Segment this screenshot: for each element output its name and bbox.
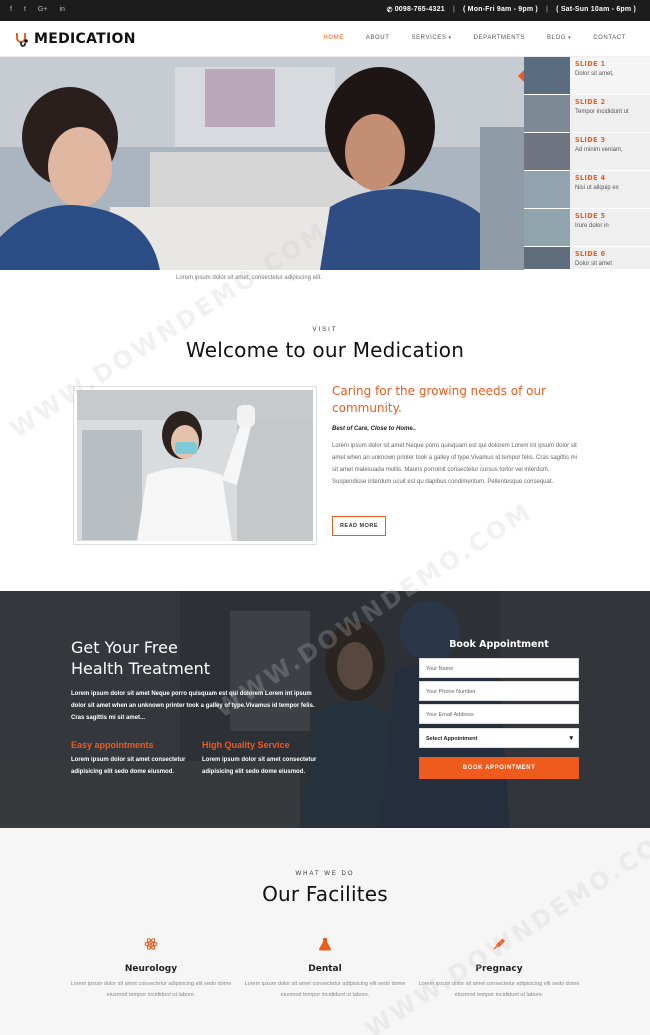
slide-label: SLIDE 1 (575, 60, 606, 68)
slide-thumb-6[interactable]: SLIDE 6 Dolor sit amet (524, 247, 650, 270)
slide-thumb-image (524, 171, 570, 208)
linkedin-icon[interactable]: in (59, 6, 64, 14)
slide-thumb-image (524, 209, 570, 246)
facility-name: Neurology (124, 964, 178, 974)
slide-thumb-image (524, 247, 570, 269)
facility-pregnacy: Pregnacy Lorem ipsum dolor sit amet cons… (414, 937, 584, 1001)
phone-field[interactable]: Your Phone Number (419, 681, 579, 701)
welcome-kicker: VISIT (312, 327, 338, 333)
slide-thumb-image (518, 57, 570, 94)
appointment-select[interactable]: Select Appointment (419, 728, 579, 748)
divider: | (545, 6, 549, 13)
facilities-title: Our Facilites (262, 882, 388, 906)
slide-thumb-4[interactable]: SLIDE 4 Nisi ut aliquip ex (524, 171, 650, 209)
slide-thumb-3[interactable]: SLIDE 3 Ad minim veniam, (524, 133, 650, 171)
facility-desc: Lorem ipsum dolor sit amet consectetur a… (244, 981, 406, 998)
welcome-title: Welcome to our Medication (185, 338, 465, 362)
social-links: f t G+ in (10, 6, 65, 14)
site-logo[interactable]: MEDICATION (14, 31, 136, 47)
nav-departments[interactable]: DEPARTMENTS (474, 35, 525, 41)
syringe-icon (493, 938, 506, 950)
facility-desc: Lorem ipsum dolor sit amet consectetur a… (70, 981, 232, 998)
hours-weekend: ( Sat-Sun 10am - 6pm ) (556, 6, 636, 13)
feature-desc: Lorem ipsum dolor sit amet consectetur a… (71, 757, 186, 775)
facebook-icon[interactable]: f (10, 6, 12, 14)
slide-desc: Irure dolor in (575, 223, 609, 229)
flask-icon (319, 938, 331, 951)
book-appointment-title: Book Appointment (449, 639, 549, 650)
hero-photo-nurses (0, 57, 524, 270)
slide-desc: Tempor incididunt ut (575, 109, 629, 115)
slide-label: SLIDE 2 (575, 98, 606, 106)
facility-name: Pregnacy (475, 964, 523, 974)
feature-title: Easy appointments (71, 740, 154, 750)
facilities-section (0, 828, 650, 1035)
nav-about[interactable]: ABOUT (366, 35, 390, 41)
facility-name: Dental (308, 964, 342, 974)
slide-thumb-image (524, 133, 570, 170)
slide-thumb-2[interactable]: SLIDE 2 Tempor incididunt ut (524, 95, 650, 133)
nav-blog-label: BLOG (547, 35, 567, 41)
email-field[interactable]: Your Email Address (419, 704, 579, 724)
nav-contact[interactable]: CONTACT (593, 35, 626, 41)
treatment-title-line2: Health Treatment (71, 659, 211, 678)
read-more-button[interactable]: READ MORE (332, 516, 386, 536)
slide-desc: Dolor sit amet, (575, 71, 614, 77)
divider: | (452, 6, 455, 13)
treatment-body: Lorem ipsum dolor sit amet Neque porro q… (71, 691, 315, 721)
facility-desc: Lorem ipsum dolor sit amet consectetur a… (418, 981, 580, 998)
site-header: MEDICATION HOME ABOUT SERVICES ▾ DEPARTME… (0, 21, 650, 57)
feature-easy-appointments: Easy appointments Lorem ipsum dolor sit … (71, 740, 201, 778)
chevron-down-icon: ▾ (568, 35, 572, 41)
facility-dental: Dental Lorem ipsum dolor sit amet consec… (240, 937, 410, 1001)
nav-services[interactable]: SERVICES ▾ (411, 35, 451, 41)
slide-label: SLIDE 4 (575, 174, 606, 182)
slide-desc: Ad minim veniam, (575, 147, 623, 153)
stethoscope-logo-icon (16, 33, 28, 47)
logo-text: MEDICATION (34, 31, 136, 47)
feature-desc: Lorem ipsum dolor sit amet consectetur a… (202, 757, 317, 775)
slide-label: SLIDE 5 (575, 212, 606, 220)
slide-desc: Nisi ut aliquip ex (575, 185, 619, 191)
hero-caption: Lorem ipsum dolor sit amet, consectetur … (176, 275, 323, 281)
chevron-down-icon: ▾ (448, 35, 452, 41)
facility-neurology: Neurology Lorem ipsum dolor sit amet con… (66, 937, 236, 1001)
twitter-icon[interactable]: t (24, 6, 26, 14)
nav-blog[interactable]: BLOG ▾ (547, 35, 571, 41)
welcome-subheading: Best of Care, Close to Home.. (332, 426, 417, 432)
slide-label: SLIDE 6 (575, 250, 606, 258)
hero-slider: SLIDE 1 Dolor sit amet, SLIDE 2 Tempor inc… (0, 57, 650, 270)
main-nav: HOME ABOUT SERVICES ▾ DEPARTMENTS BLOG ▾ C… (323, 35, 626, 41)
welcome-body: Lorem ipsum dolor sit amet Neque porro q… (332, 443, 578, 485)
name-field[interactable]: Your Name (419, 658, 579, 678)
treatment-section: Get Your Free Health Treatment Lorem ips… (0, 591, 650, 828)
slide-desc: Dolor sit amet (575, 261, 613, 267)
slide-thumb-1[interactable]: SLIDE 1 Dolor sit amet, (518, 57, 650, 95)
phone-number: 0098-765-4321 (394, 6, 445, 13)
slide-thumb-image (524, 95, 570, 132)
welcome-heading: Caring for the growing needs of our comm… (332, 384, 546, 415)
slide-label: SLIDE 3 (575, 136, 606, 144)
lab-photo (74, 387, 316, 544)
treatment-title-line1: Get Your Free (71, 638, 178, 657)
atom-icon (144, 938, 158, 950)
feature-high-quality: High Quality Service Lorem ipsum dolor s… (202, 740, 332, 778)
contact-info: ✆ 0098-765-4321 | ( Mon-Fri 9am - 9pm ) … (387, 6, 636, 14)
nav-services-label: SERVICES (411, 35, 447, 41)
slide-thumbnails: SLIDE 1 Dolor sit amet, SLIDE 2 Tempor inc… (518, 57, 650, 270)
top-bar: f t G+ in ✆ 0098-765-4321 | ( Mon-Fri 9a… (0, 0, 650, 21)
welcome-content: Caring for the growing needs of our comm… (332, 383, 584, 488)
treatment-title: Get Your Free Health Treatment (71, 637, 271, 679)
google-plus-icon[interactable]: G+ (38, 6, 48, 14)
scientist-image (77, 390, 313, 541)
phone-icon: ✆ (386, 7, 393, 14)
book-appointment-button[interactable]: BOOK APPOINTMENT (419, 757, 579, 779)
facilities-kicker: WHAT WE DO (295, 871, 355, 877)
slide-thumb-5[interactable]: SLIDE 5 Irure dolor in (524, 209, 650, 247)
hours-weekday: ( Mon-Fri 9am - 9pm ) (462, 6, 538, 13)
nav-home[interactable]: HOME (323, 35, 343, 41)
feature-title: High Quality Service (202, 740, 290, 750)
